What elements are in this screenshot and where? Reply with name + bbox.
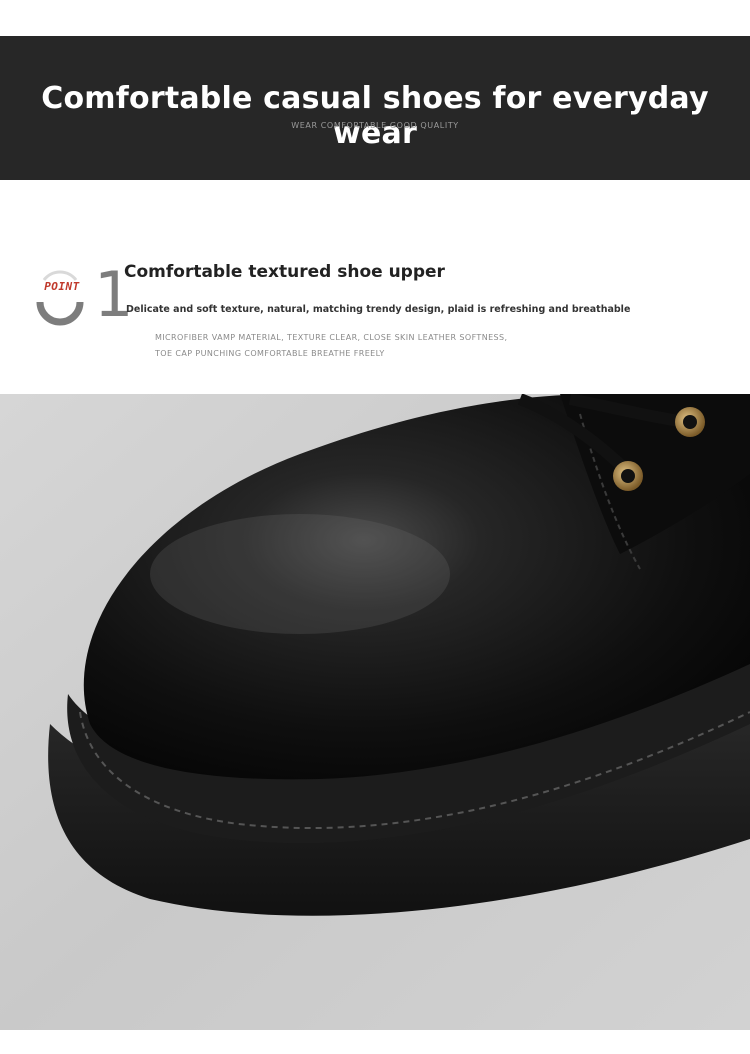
banner-title: Comfortable casual shoes for everyday we… bbox=[41, 81, 709, 151]
point-badge-icon bbox=[36, 270, 84, 326]
header-banner: Comfortable casual shoes for everyday we… bbox=[0, 36, 750, 180]
banner-subtitle: WEAR COMFORTABLE GOOD QUALITY bbox=[291, 121, 459, 130]
feature-detail-line-1: MICROFIBER VAMP MATERIAL, TEXTURE CLEAR,… bbox=[155, 333, 508, 342]
feature-title: Comfortable textured shoe upper bbox=[124, 262, 445, 282]
shoe-photo bbox=[0, 394, 750, 1030]
feature-detail-line-2: TOE CAP PUNCHING COMFORTABLE BREATHE FRE… bbox=[155, 349, 385, 358]
point-label: POINT bbox=[44, 280, 80, 293]
feature-description: Delicate and soft texture, natural, matc… bbox=[126, 304, 631, 315]
